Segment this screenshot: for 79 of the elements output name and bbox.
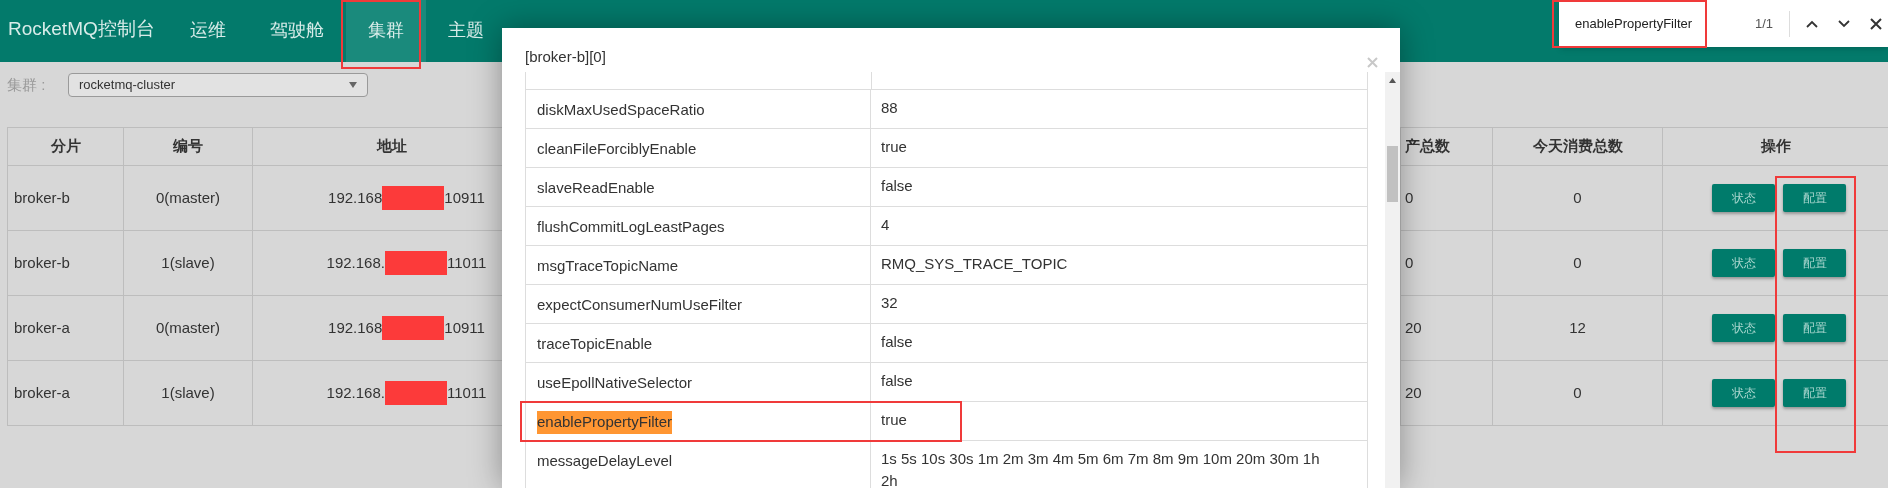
- table-cell-text: 1(slave): [161, 382, 215, 403]
- property-value: RMQ_SYS_TRACE_TOPIC: [881, 254, 1069, 274]
- property-name: useEpollNativeSelector: [537, 373, 693, 393]
- table-cell-text: broker-a: [14, 382, 70, 403]
- redaction-mark: [384, 251, 447, 275]
- table-cell-text: 20: [1405, 317, 1422, 338]
- table-cell-text: 0: [1573, 382, 1582, 403]
- address-text: 192.168: [328, 187, 383, 208]
- action-button[interactable]: 状态: [1712, 249, 1775, 277]
- address-text: 192.168.: [326, 252, 385, 273]
- action-button[interactable]: 配置: [1783, 314, 1846, 342]
- filter-label: 集群 :: [7, 74, 47, 95]
- scrollbar[interactable]: [1385, 72, 1400, 488]
- property-value: 32: [881, 293, 899, 313]
- column-header: 编号: [173, 136, 203, 157]
- table-cell-text: 12: [1569, 317, 1586, 338]
- property-name: messageDelayLevel: [537, 451, 673, 471]
- redaction-mark: [382, 186, 445, 210]
- property-value: 1s 5s 10s 30s 1m 2m 3m 4m 5m 6m 7m 8m 9m 10m 20m 30m 1h 2h: [881, 449, 1321, 488]
- action-button[interactable]: 配置: [1783, 184, 1846, 212]
- property-value: true: [881, 410, 908, 430]
- property-value: false: [881, 332, 914, 352]
- table-cell-text: 0(master): [155, 317, 221, 338]
- table-cell-text: 0: [1573, 252, 1582, 273]
- address-text: 11011: [446, 382, 487, 403]
- nav-tab[interactable]: 主题: [426, 0, 506, 62]
- address-text: 11011: [446, 252, 487, 273]
- property-value: false: [881, 176, 914, 196]
- property-name: flushCommitLogLeastPages: [537, 217, 725, 237]
- column-header: 产总数: [1405, 136, 1450, 157]
- table-cell-text: 20: [1405, 382, 1422, 403]
- action-button[interactable]: 配置: [1783, 249, 1846, 277]
- column-header: 地址: [376, 136, 407, 157]
- action-button[interactable]: 配置: [1783, 379, 1846, 407]
- address-text: 192.168: [328, 317, 383, 338]
- property-name: expectConsumerNumUseFilter: [537, 295, 743, 315]
- table-cell-text: broker-b: [14, 187, 70, 208]
- action-button[interactable]: 状态: [1712, 184, 1775, 212]
- column-header: 操作: [1760, 136, 1791, 157]
- table-cell-text: broker-a: [14, 317, 70, 338]
- property-name: msgTraceTopicName: [537, 256, 679, 276]
- property-value: 4: [881, 215, 891, 235]
- column-header: 分片: [50, 136, 81, 157]
- nav-tab[interactable]: 驾驶舱: [248, 0, 346, 62]
- app-title: RocketMQ控制台: [7, 16, 156, 41]
- table-cell-text: 1(slave): [161, 252, 215, 273]
- redaction-mark: [382, 316, 445, 340]
- property-value: false: [881, 371, 914, 391]
- property-name: cleanFileForciblyEnable: [537, 139, 697, 159]
- scrollbar-thumb[interactable]: [1387, 146, 1398, 202]
- action-button[interactable]: 状态: [1712, 314, 1775, 342]
- cluster-select[interactable]: rocketmq-cluster: [68, 73, 368, 97]
- table-cell-text: broker-b: [14, 252, 70, 273]
- dialog-title: [broker-b][0]: [525, 46, 606, 67]
- scroll-up-icon[interactable]: [1389, 78, 1396, 83]
- previous-match-icon[interactable]: [1806, 19, 1819, 28]
- action-button[interactable]: 状态: [1712, 379, 1775, 407]
- property-name: traceTopicEnable: [537, 334, 653, 354]
- nav-tab[interactable]: 运维: [168, 0, 248, 62]
- table-cell-text: 0: [1573, 187, 1582, 208]
- table-cell-text: 0(master): [155, 187, 221, 208]
- property-name: enablePropertyFilter: [537, 411, 673, 434]
- table-cell-text: 0: [1405, 187, 1414, 208]
- property-name: slaveReadEnable: [537, 178, 655, 198]
- address-text: 10911: [444, 317, 485, 338]
- property-value: 88: [881, 98, 899, 118]
- property-value: true: [881, 137, 908, 157]
- redaction-mark: [384, 381, 447, 405]
- find-field[interactable]: enablePropertyFilter: [1575, 13, 1745, 34]
- close-icon[interactable]: [1870, 17, 1883, 30]
- property-name: diskMaxUsedSpaceRatio: [537, 100, 705, 120]
- address-text: 10911: [444, 187, 485, 208]
- next-match-icon[interactable]: [1838, 19, 1851, 28]
- caret-icon: [349, 82, 357, 88]
- address-text: 192.168.: [326, 382, 385, 403]
- nav-tab[interactable]: 集群: [346, 0, 426, 62]
- column-header: 今天消费总数: [1532, 136, 1623, 157]
- match-count: 1/1: [1755, 14, 1774, 33]
- table-cell-text: 0: [1405, 252, 1414, 273]
